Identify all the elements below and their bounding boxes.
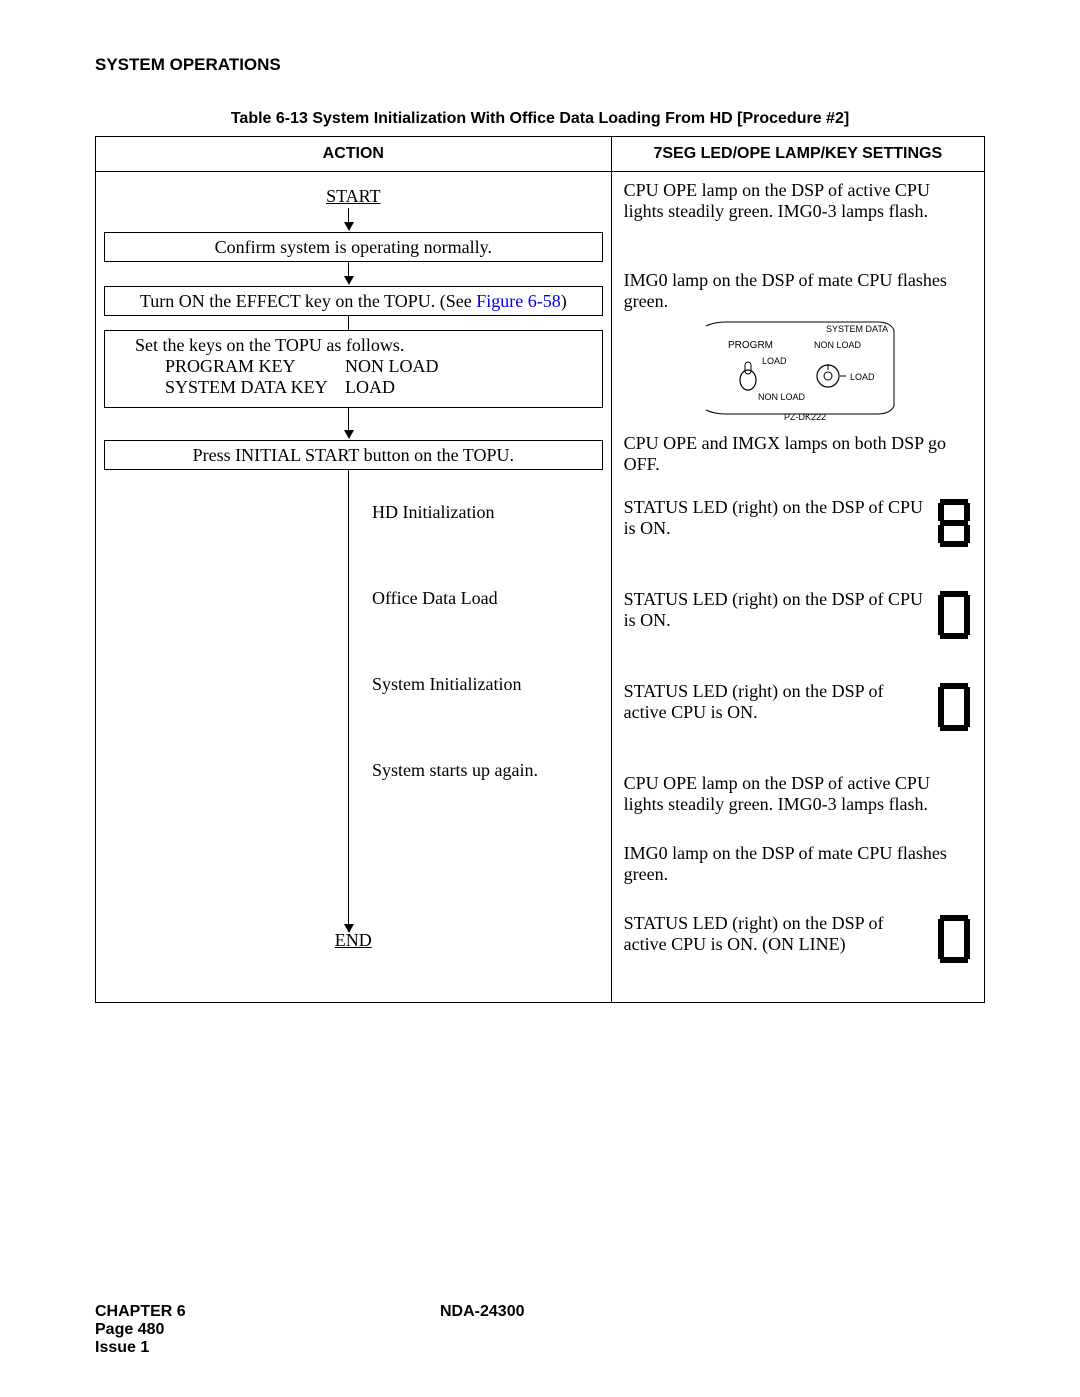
label-progrm: PROGRM [728, 340, 773, 351]
flow-step-effect-key: Turn ON the EFFECT key on the TOPU. (See… [104, 286, 603, 316]
flow-start: START [96, 186, 611, 207]
col-action: ACTION [96, 137, 612, 172]
table-caption: Table 6-13 System Initialization With Of… [95, 110, 985, 128]
label-load-right: LOAD [850, 372, 875, 382]
flow-office-data-load: Office Data Load [372, 588, 498, 609]
footer-chapter: CHAPTER 6 [95, 1303, 440, 1321]
settings-p5: IMG0 lamp on the DSP of mate CPU flashes… [624, 843, 972, 885]
flow-step-confirm: Confirm system is operating normally. [104, 232, 603, 262]
flowchart: START Confirm system is operating normal… [96, 172, 611, 1002]
topu-key-diagram: SYSTEM DATA PROGRM NON LOAD LOAD LOAD [698, 318, 898, 423]
settings-p2: IMG0 lamp on the DSP of mate CPU flashes… [624, 270, 972, 312]
settings-p3: CPU OPE and IMGX lamps on both DSP go OF… [624, 433, 972, 475]
settings-p4: CPU OPE lamp on the DSP of active CPU li… [624, 773, 972, 815]
label-load-left: LOAD [762, 356, 787, 366]
seven-seg-0-icon [936, 589, 972, 641]
seven-seg-0-icon [936, 681, 972, 733]
label-nonload-top: NON LOAD [814, 340, 862, 350]
page-footer: CHAPTER 6NDA-24300 Page 480 Issue 1 [95, 1303, 985, 1357]
status-row-2: STATUS LED (right) on the DSP of CPU is … [624, 589, 972, 641]
flow-sys-init: System Initialization [372, 674, 521, 695]
figure-link[interactable]: Figure 6-58 [476, 291, 561, 311]
flow-step-initial-start: Press INITIAL START button on the TOPU. [104, 440, 603, 470]
flow-step-set-keys: Set the keys on the TOPU as follows. PRO… [104, 330, 603, 408]
seven-seg-8-icon [936, 497, 972, 549]
settings-p1: CPU OPE lamp on the DSP of active CPU li… [624, 180, 972, 222]
status-row-1: STATUS LED (right) on the DSP of CPU is … [624, 497, 972, 549]
footer-page: Page 480 [95, 1321, 440, 1339]
flow-hd-init: HD Initialization [372, 502, 494, 523]
label-system-data: SYSTEM DATA [826, 324, 888, 334]
footer-doc: NDA-24300 [440, 1303, 524, 1321]
col-settings: 7SEG LED/OPE LAMP/KEY SETTINGS [611, 137, 984, 172]
label-nonload-bottom: NON LOAD [758, 392, 806, 402]
seven-seg-0-icon [936, 913, 972, 965]
page-header: SYSTEM OPERATIONS [95, 55, 985, 75]
procedure-table: ACTION 7SEG LED/OPE LAMP/KEY SETTINGS ST… [95, 136, 985, 1003]
flow-end: END [96, 930, 611, 951]
status-row-4: STATUS LED (right) on the DSP of active … [624, 913, 972, 965]
status-row-3: STATUS LED (right) on the DSP of active … [624, 681, 972, 733]
footer-issue: Issue 1 [95, 1339, 440, 1357]
flow-restart: System starts up again. [372, 760, 538, 781]
label-part: PZ-DK222 [784, 412, 826, 422]
